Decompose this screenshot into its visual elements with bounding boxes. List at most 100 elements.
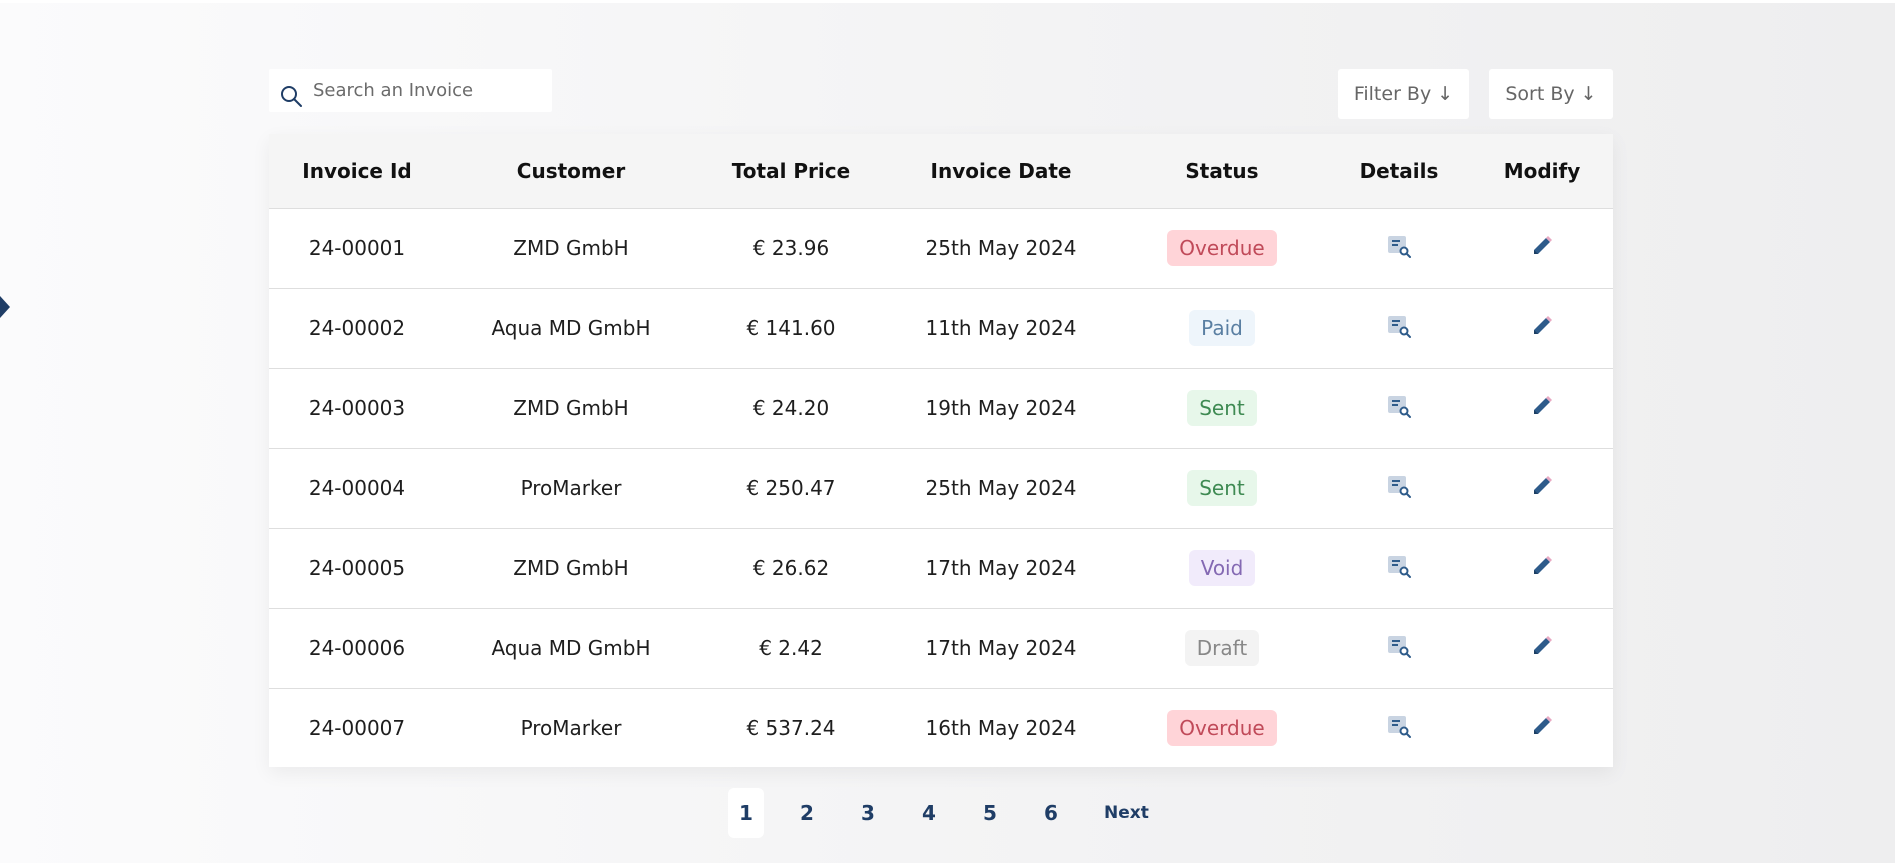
cell-invoice-id: 24-00007 bbox=[308, 716, 406, 741]
page-button-2[interactable]: 2 bbox=[789, 788, 825, 838]
invoice-table: Invoice Id Customer Total Price Invoice … bbox=[269, 134, 1613, 768]
cell-customer: ZMD GmbH bbox=[513, 396, 629, 420]
cell-invoice-id: 24-00001 bbox=[308, 236, 406, 260]
status-badge: Draft bbox=[1184, 630, 1260, 666]
cell-invoice-date: 17th May 2024 bbox=[925, 636, 1077, 660]
view-details-icon[interactable] bbox=[1386, 233, 1412, 259]
cell-invoice-date: 17th May 2024 bbox=[925, 556, 1077, 580]
cell-modify bbox=[1471, 288, 1613, 368]
cell-status: Draft bbox=[1117, 608, 1327, 688]
sidebar-toggle-chevron-icon[interactable] bbox=[0, 296, 10, 318]
cell-invoice-id: 24-00005 bbox=[308, 556, 406, 580]
status-badge: Paid bbox=[1189, 310, 1255, 346]
table-row: 24-00004 ProMarker € 250.47 25th May 2024 Se… bbox=[269, 448, 1613, 528]
top-border bbox=[0, 0, 1895, 3]
table-row: 24-00001 ZMD GmbH € 23.96 25th May 2024 Over… bbox=[269, 208, 1613, 288]
cell-status: Sent bbox=[1117, 368, 1327, 448]
view-details-icon[interactable] bbox=[1386, 553, 1412, 579]
view-details-icon[interactable] bbox=[1386, 713, 1412, 739]
table-row: 24-00005 ZMD GmbH € 26.62 17th May 2024 Void bbox=[269, 528, 1613, 608]
sort-by-button[interactable]: Sort By ↓ bbox=[1489, 69, 1613, 119]
cell-customer: Aqua MD GmbH bbox=[491, 316, 651, 340]
search-input[interactable] bbox=[313, 80, 533, 101]
edit-pencil-icon[interactable] bbox=[1529, 393, 1555, 419]
cell-total-price: € 250.47 bbox=[746, 476, 836, 500]
table-row: 24-00006 Aqua MD GmbH € 2.42 17th May 2024 D… bbox=[269, 608, 1613, 688]
page-button-3[interactable]: 3 bbox=[850, 788, 886, 838]
edit-pencil-icon[interactable] bbox=[1529, 473, 1555, 499]
cell-status: Overdue bbox=[1117, 208, 1327, 288]
cell-modify bbox=[1471, 208, 1613, 288]
cell-status: Overdue bbox=[1117, 688, 1327, 768]
filter-by-button[interactable]: Filter By ↓ bbox=[1338, 69, 1469, 119]
cell-total-price: € 2.42 bbox=[759, 636, 823, 660]
page-button-6[interactable]: 6 bbox=[1033, 788, 1069, 838]
cell-invoice-date: 11th May 2024 bbox=[925, 316, 1077, 340]
page-button-4[interactable]: 4 bbox=[911, 788, 947, 838]
cell-customer: ZMD GmbH bbox=[513, 556, 629, 580]
cell-details bbox=[1327, 688, 1471, 768]
status-badge: Overdue bbox=[1167, 230, 1277, 266]
header-invoice-date[interactable]: Invoice Date bbox=[885, 134, 1117, 208]
cell-customer: ProMarker bbox=[520, 476, 622, 500]
cell-details bbox=[1327, 208, 1471, 288]
cell-status: Paid bbox=[1117, 288, 1327, 368]
cell-invoice-id: 24-00006 bbox=[308, 636, 406, 660]
cell-invoice-id: 24-00002 bbox=[308, 316, 406, 340]
search-bar[interactable] bbox=[269, 69, 552, 112]
page-button-5[interactable]: 5 bbox=[972, 788, 1008, 838]
table-header-row: Invoice Id Customer Total Price Invoice … bbox=[269, 134, 1613, 208]
search-icon bbox=[279, 84, 303, 108]
cell-customer: ZMD GmbH bbox=[513, 236, 629, 260]
header-modify: Modify bbox=[1503, 158, 1581, 183]
cell-modify bbox=[1471, 448, 1613, 528]
cell-details bbox=[1327, 448, 1471, 528]
table-row: 24-00007 ProMarker € 537.24 16th May 2024 Ov… bbox=[269, 688, 1613, 768]
cell-customer: Aqua MD GmbH bbox=[491, 636, 651, 660]
table-row: 24-00002 Aqua MD GmbH € 141.60 11th May 202… bbox=[269, 288, 1613, 368]
edit-pencil-icon[interactable] bbox=[1529, 713, 1555, 739]
cell-total-price: € 537.24 bbox=[746, 716, 836, 741]
view-details-icon[interactable] bbox=[1386, 633, 1412, 659]
cell-total-price: € 141.60 bbox=[746, 316, 836, 340]
status-badge: Sent bbox=[1187, 470, 1257, 506]
pagination: 1 2 3 4 5 6 Next bbox=[728, 788, 1149, 838]
cell-total-price: € 24.20 bbox=[752, 396, 830, 420]
header-total-price[interactable]: Total Price bbox=[697, 134, 885, 208]
next-page-button[interactable]: Next bbox=[1104, 803, 1149, 823]
cell-modify bbox=[1471, 528, 1613, 608]
cell-total-price: € 23.96 bbox=[752, 236, 830, 260]
cell-invoice-date: 25th May 2024 bbox=[925, 476, 1077, 500]
cell-invoice-id: 24-00003 bbox=[308, 396, 406, 420]
table-row: 24-00003 ZMD GmbH € 24.20 19th May 2024 Sent bbox=[269, 368, 1613, 448]
cell-modify bbox=[1471, 608, 1613, 688]
view-details-icon[interactable] bbox=[1386, 313, 1412, 339]
cell-status: Sent bbox=[1117, 448, 1327, 528]
status-badge: Sent bbox=[1187, 390, 1257, 426]
cell-details bbox=[1327, 528, 1471, 608]
status-badge: Overdue bbox=[1167, 710, 1277, 747]
cell-modify bbox=[1471, 368, 1613, 448]
view-details-icon[interactable] bbox=[1386, 393, 1412, 419]
cell-customer: ProMarker bbox=[520, 716, 622, 741]
header-customer[interactable]: Customer bbox=[445, 134, 697, 208]
cell-details bbox=[1327, 288, 1471, 368]
edit-pencil-icon[interactable] bbox=[1529, 233, 1555, 259]
header-status[interactable]: Status bbox=[1117, 134, 1327, 208]
edit-pencil-icon[interactable] bbox=[1529, 313, 1555, 339]
edit-pencil-icon[interactable] bbox=[1529, 633, 1555, 659]
cell-details bbox=[1327, 608, 1471, 688]
cell-invoice-date: 16th May 2024 bbox=[925, 716, 1077, 741]
invoice-table-container: Invoice Id Customer Total Price Invoice … bbox=[269, 134, 1613, 767]
cell-invoice-date: 25th May 2024 bbox=[925, 236, 1077, 260]
cell-status: Void bbox=[1117, 528, 1327, 608]
cell-details bbox=[1327, 368, 1471, 448]
cell-total-price: € 26.62 bbox=[752, 556, 830, 580]
edit-pencil-icon[interactable] bbox=[1529, 553, 1555, 579]
view-details-icon[interactable] bbox=[1386, 473, 1412, 499]
cell-invoice-date: 19th May 2024 bbox=[925, 396, 1077, 420]
header-details: Details bbox=[1359, 158, 1439, 183]
header-invoice-id[interactable]: Invoice Id bbox=[269, 134, 445, 208]
cell-modify bbox=[1471, 688, 1613, 768]
page-button-1[interactable]: 1 bbox=[728, 788, 764, 838]
